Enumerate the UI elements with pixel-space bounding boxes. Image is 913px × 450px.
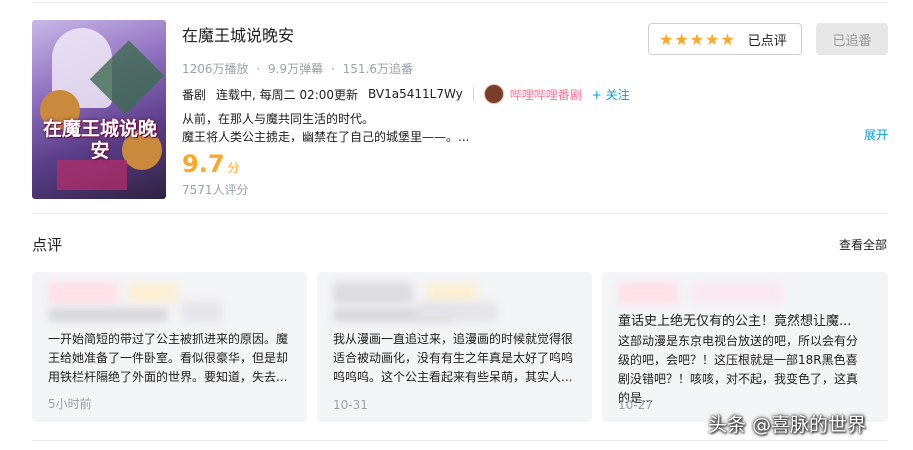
description-line: 从前，在那人与魔共同生活的时代。 xyxy=(182,112,375,126)
review-card[interactable]: 一开始简短的带过了公主被抓进来的原因。魔王给她准备了一件卧室。看似很豪华，但是却… xyxy=(32,272,307,422)
section-divider xyxy=(32,213,888,214)
blurred-badge xyxy=(692,284,782,302)
rate-button[interactable]: ★★★★★ 已点评 xyxy=(648,23,802,55)
score-unit: 分 xyxy=(227,161,240,175)
stats-dot: · xyxy=(256,62,261,76)
rating-count: 7571人评分 xyxy=(182,183,249,197)
blurred-overlay xyxy=(417,302,497,322)
bottom-divider xyxy=(32,440,888,441)
play-count: 1206万播放 xyxy=(182,62,249,76)
review-text: 这部动漫是东京电视台放送的吧，所以会有分级的吧，会吧？！这压根就是一部18R黑色… xyxy=(618,334,859,405)
follow-publisher-link[interactable]: + 关注 xyxy=(592,86,630,103)
rate-button-label: 已点评 xyxy=(747,33,787,49)
anime-schedule: 连载中, 每周二 02:00更新 xyxy=(216,87,359,102)
danmaku-count: 9.9万弹幕 xyxy=(268,62,324,76)
blurred-badge xyxy=(427,284,477,302)
followed-anime-button[interactable]: 已追番 xyxy=(816,23,888,55)
follow-count: 151.6万追番 xyxy=(342,62,413,76)
review-text: 我从漫画一直追过来，追漫画的时候就觉得很适合被动画化，没有有生之年真是太好了呜呜… xyxy=(333,332,574,384)
anime-bvid: BV1a5411L7Wy xyxy=(368,87,463,101)
anime-meta: 番剧 连载中, 每周二 02:00更新 BV1a5411L7Wy 哔哩哔哩番剧 … xyxy=(182,84,630,104)
anime-cover-image[interactable]: 在魔王城说晚安 xyxy=(32,20,166,199)
view-all-reviews-link[interactable]: 查看全部 xyxy=(839,236,887,253)
blurred-badge xyxy=(128,284,178,302)
blurred-username xyxy=(48,282,118,304)
anime-stats: 1206万播放 · 9.9万弹幕 · 151.6万追番 xyxy=(182,60,417,77)
rating-stars-icon: ★★★★★ xyxy=(659,29,736,49)
publisher-avatar[interactable] xyxy=(483,84,504,104)
blurred-overlay xyxy=(182,302,222,322)
review-card[interactable]: 我从漫画一直追过来，追漫画的时候就觉得很适合被动画化，没有有生之年真是太好了呜呜… xyxy=(317,272,592,422)
watermark-text: 头条 @喜脉的世界 xyxy=(708,414,867,436)
blurred-rating xyxy=(48,308,168,322)
review-text: 一开始简短的带过了公主被抓进来的原因。魔王给她准备了一件卧室。看似很豪华，但是却… xyxy=(48,332,289,384)
review-headline: 童话史上绝无仅有的公主！竟然想让魔... xyxy=(618,314,852,329)
review-date: 5小时前 xyxy=(48,397,92,411)
review-card[interactable]: 童话史上绝无仅有的公主！竟然想让魔... 这部动漫是东京电视台放送的吧，所以会有… xyxy=(602,272,888,422)
stats-dot: · xyxy=(330,62,335,76)
cover-title-art: 在魔王城说晚安 xyxy=(42,118,157,162)
review-date: 10-31 xyxy=(333,398,368,412)
blurred-username xyxy=(333,282,413,304)
score: 9.7 分 xyxy=(182,150,240,178)
reviews-section-title: 点评 xyxy=(32,236,63,254)
anime-description: 从前，在那人与魔共同生活的时代。 魔王将人类公主掳走，幽禁在了自己的城堡里——。… xyxy=(182,110,469,146)
score-value: 9.7 xyxy=(182,150,225,178)
anime-title[interactable]: 在魔王城说晚安 xyxy=(182,22,294,46)
review-date: 10-27 xyxy=(618,398,653,412)
expand-description-link[interactable]: 展开 xyxy=(864,126,888,143)
anime-type: 番剧 xyxy=(182,87,207,102)
description-line: 魔王将人类公主掳走，幽禁在了自己的城堡里——。... xyxy=(182,130,470,144)
blurred-username xyxy=(618,282,678,304)
publisher-name[interactable]: 哔哩哔哩番剧 xyxy=(510,86,582,103)
top-divider xyxy=(32,2,888,3)
meta-divider xyxy=(472,87,474,101)
